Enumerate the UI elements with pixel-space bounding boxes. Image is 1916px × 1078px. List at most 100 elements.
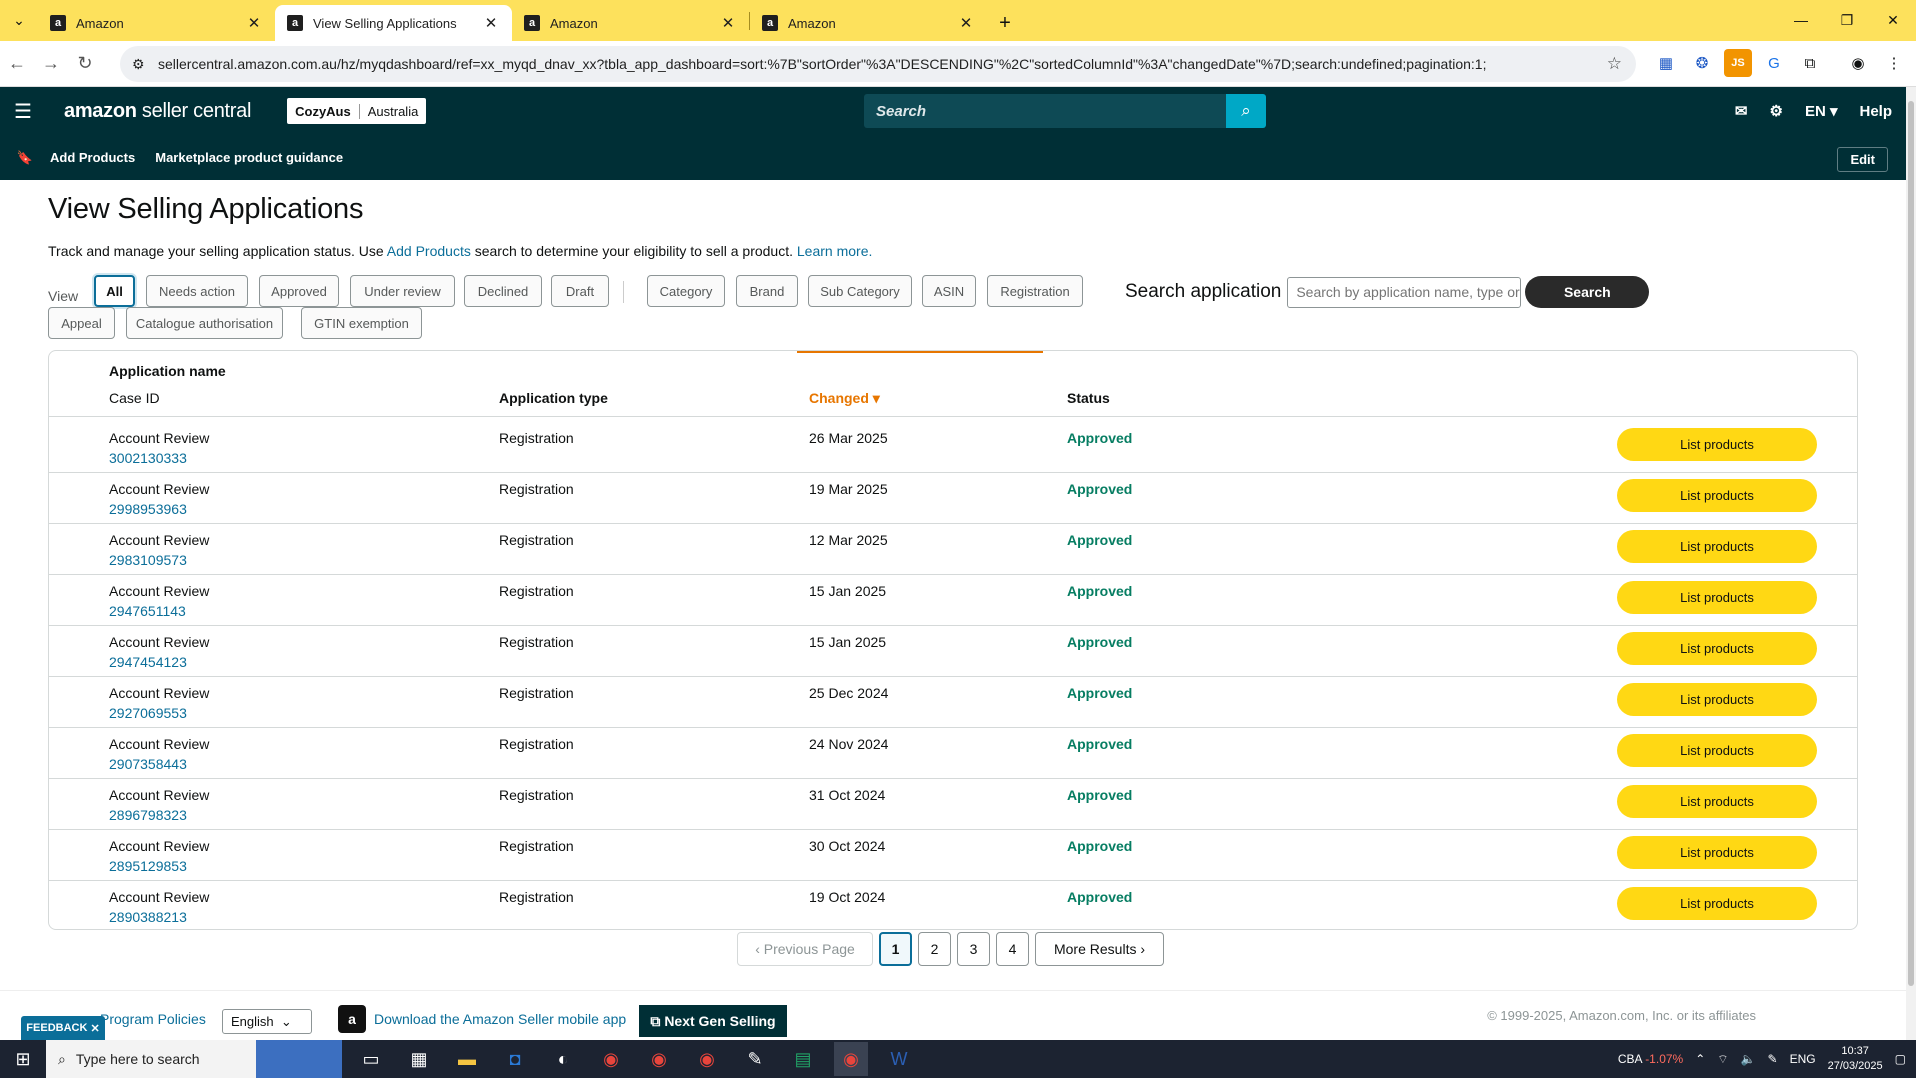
chrome-icon[interactable]: ◉ bbox=[594, 1042, 628, 1076]
filter-brand[interactable]: Brand bbox=[736, 275, 798, 307]
close-tab-icon[interactable]: ✕ bbox=[957, 14, 975, 32]
reload-icon[interactable]: ↻ bbox=[68, 53, 102, 74]
close-icon[interactable]: ✕ bbox=[90, 1022, 99, 1035]
globe-extension-icon[interactable]: ❂ bbox=[1688, 49, 1716, 77]
case-id-link[interactable]: 2896798323 bbox=[109, 807, 187, 823]
site-info-icon[interactable]: ⚙ bbox=[132, 56, 145, 73]
back-icon[interactable]: ← bbox=[0, 53, 34, 74]
stock-ticker[interactable]: CBA -1.07% bbox=[1618, 1052, 1683, 1066]
close-tab-icon[interactable]: ✕ bbox=[245, 14, 263, 32]
header-status[interactable]: Status bbox=[1067, 390, 1110, 406]
case-id-link[interactable]: 2947454123 bbox=[109, 654, 187, 670]
download-app-link[interactable]: a Download the Amazon Seller mobile app bbox=[338, 1005, 626, 1033]
windows-start-icon[interactable]: ⊞ bbox=[0, 1049, 46, 1070]
tab-search-icon[interactable]: ⌄ bbox=[0, 0, 38, 41]
chevron-up-icon[interactable]: ⌃ bbox=[1695, 1052, 1705, 1066]
case-id-link[interactable]: 2890388213 bbox=[109, 909, 187, 925]
hamburger-menu-icon[interactable]: ☰ bbox=[0, 99, 46, 124]
browser-tab[interactable]: a Amazon ✕ bbox=[38, 5, 275, 41]
list-products-button[interactable]: List products bbox=[1617, 632, 1817, 665]
excel-icon[interactable]: ▤ bbox=[786, 1042, 820, 1076]
outlook-icon[interactable]: ◘ bbox=[498, 1042, 532, 1076]
network-icon[interactable]: ⌔ bbox=[1717, 1052, 1728, 1067]
header-case-id[interactable]: Case ID bbox=[109, 390, 160, 406]
account-switcher[interactable]: CozyAus Australia bbox=[287, 98, 427, 124]
browser-tab[interactable]: a Amazon ✕ bbox=[750, 5, 987, 41]
case-id-link[interactable]: 2907358443 bbox=[109, 756, 187, 772]
scrollbar-thumb[interactable] bbox=[1908, 101, 1914, 986]
pen-icon[interactable]: ✎ bbox=[1768, 1052, 1778, 1066]
next-gen-selling-button[interactable]: ⧉ Next Gen Selling bbox=[639, 1005, 787, 1037]
list-products-button[interactable]: List products bbox=[1617, 581, 1817, 614]
filter-needs-action[interactable]: Needs action bbox=[146, 275, 248, 307]
filter-catalogue-authorisation[interactable]: Catalogue authorisation bbox=[126, 307, 283, 339]
filter-asin[interactable]: ASIN bbox=[922, 275, 976, 307]
translate-extension-icon[interactable]: G bbox=[1760, 49, 1788, 77]
bookmark-icon[interactable]: 🔖 bbox=[0, 150, 50, 166]
profile-icon[interactable]: ◉ bbox=[1844, 49, 1872, 77]
filter-approved[interactable]: Approved bbox=[259, 275, 339, 307]
list-products-button[interactable]: List products bbox=[1617, 530, 1817, 563]
mail-icon[interactable]: ✉ bbox=[1735, 102, 1748, 120]
page-3-button[interactable]: 3 bbox=[957, 932, 990, 966]
case-id-link[interactable]: 2998953963 bbox=[109, 501, 187, 517]
amazon-seller-central-logo[interactable]: amazon seller central bbox=[64, 100, 251, 123]
filter-under-review[interactable]: Under review bbox=[350, 275, 455, 307]
close-tab-icon[interactable]: ✕ bbox=[482, 14, 500, 32]
filter-category[interactable]: Category bbox=[647, 275, 725, 307]
header-application-type[interactable]: Application type bbox=[499, 390, 608, 406]
footer-language-select[interactable]: English ⌄ bbox=[222, 1009, 312, 1034]
list-products-button[interactable]: List products bbox=[1617, 479, 1817, 512]
clock[interactable]: 10:37 27/03/2025 bbox=[1828, 1044, 1883, 1074]
feedback-button[interactable]: FEEDBACK ✕ bbox=[21, 1016, 105, 1040]
notepad-icon[interactable]: ✎ bbox=[738, 1042, 772, 1076]
task-view-icon[interactable]: ▭ bbox=[354, 1042, 388, 1076]
search-application-input[interactable] bbox=[1287, 276, 1522, 308]
subnav-marketplace-guidance[interactable]: Marketplace product guidance bbox=[155, 150, 343, 165]
header-application-name[interactable]: Application name bbox=[109, 363, 226, 379]
page-4-button[interactable]: 4 bbox=[996, 932, 1029, 966]
puzzle-extensions-icon[interactable]: ⧉ bbox=[1796, 49, 1824, 77]
filter-appeal[interactable]: Appeal bbox=[48, 307, 115, 339]
filter-registration[interactable]: Registration bbox=[987, 275, 1083, 307]
taskbar-search[interactable]: ⌕ Type here to search bbox=[46, 1040, 256, 1078]
subnav-add-products[interactable]: Add Products bbox=[50, 150, 135, 165]
volume-icon[interactable]: 🔈 bbox=[1741, 1052, 1756, 1066]
case-id-link[interactable]: 2927069553 bbox=[109, 705, 187, 721]
minimize-icon[interactable]: — bbox=[1778, 0, 1824, 40]
list-products-button[interactable]: List products bbox=[1617, 683, 1817, 716]
search-application-button[interactable]: Search bbox=[1525, 276, 1650, 308]
file-explorer-icon[interactable]: ▬ bbox=[450, 1042, 484, 1076]
language-selector[interactable]: EN ▾ bbox=[1805, 102, 1838, 120]
header-changed[interactable]: Changed ▾ bbox=[809, 390, 880, 407]
restore-icon[interactable]: ❐ bbox=[1824, 0, 1870, 40]
close-tab-icon[interactable]: ✕ bbox=[719, 14, 737, 32]
filter-all[interactable]: All bbox=[94, 275, 135, 307]
learn-more-link[interactable]: Learn more. bbox=[797, 243, 872, 259]
notifications-icon[interactable]: ▢ bbox=[1895, 1052, 1906, 1066]
store-icon[interactable]: ▦ bbox=[402, 1042, 436, 1076]
gear-icon[interactable]: ⚙ bbox=[1769, 102, 1782, 120]
app-icon[interactable]: ◐ bbox=[546, 1042, 580, 1076]
new-tab-icon[interactable]: + bbox=[987, 5, 1023, 41]
filter-gtin-exemption[interactable]: GTIN exemption bbox=[301, 307, 422, 339]
page-2-button[interactable]: 2 bbox=[918, 932, 951, 966]
filter-sub-category[interactable]: Sub Category bbox=[808, 275, 912, 307]
address-bar[interactable]: ⚙ sellercentral.amazon.com.au/hz/myqdash… bbox=[120, 46, 1636, 82]
bookmark-star-icon[interactable]: ☆ bbox=[1607, 54, 1622, 74]
chrome-profile-icon[interactable]: ◉ bbox=[690, 1042, 724, 1076]
page-scrollbar[interactable] bbox=[1906, 87, 1916, 1040]
list-products-button[interactable]: List products bbox=[1617, 785, 1817, 818]
search-highlight-image[interactable] bbox=[256, 1040, 342, 1078]
previous-page-button[interactable]: ‹ Previous Page bbox=[737, 932, 873, 966]
case-id-link[interactable]: 2895129853 bbox=[109, 858, 187, 874]
program-policies-link[interactable]: Program Policies bbox=[100, 1011, 206, 1027]
language-indicator[interactable]: ENG bbox=[1790, 1052, 1816, 1066]
word-icon[interactable]: W bbox=[882, 1042, 916, 1076]
filter-declined[interactable]: Declined bbox=[464, 275, 542, 307]
browser-menu-icon[interactable]: ⋮ bbox=[1880, 49, 1908, 77]
header-search-button[interactable]: ⌕ bbox=[1226, 94, 1266, 128]
help-link[interactable]: Help bbox=[1859, 103, 1892, 120]
header-search-input[interactable] bbox=[864, 94, 1226, 128]
chrome-profile-icon[interactable]: ◉ bbox=[642, 1042, 676, 1076]
